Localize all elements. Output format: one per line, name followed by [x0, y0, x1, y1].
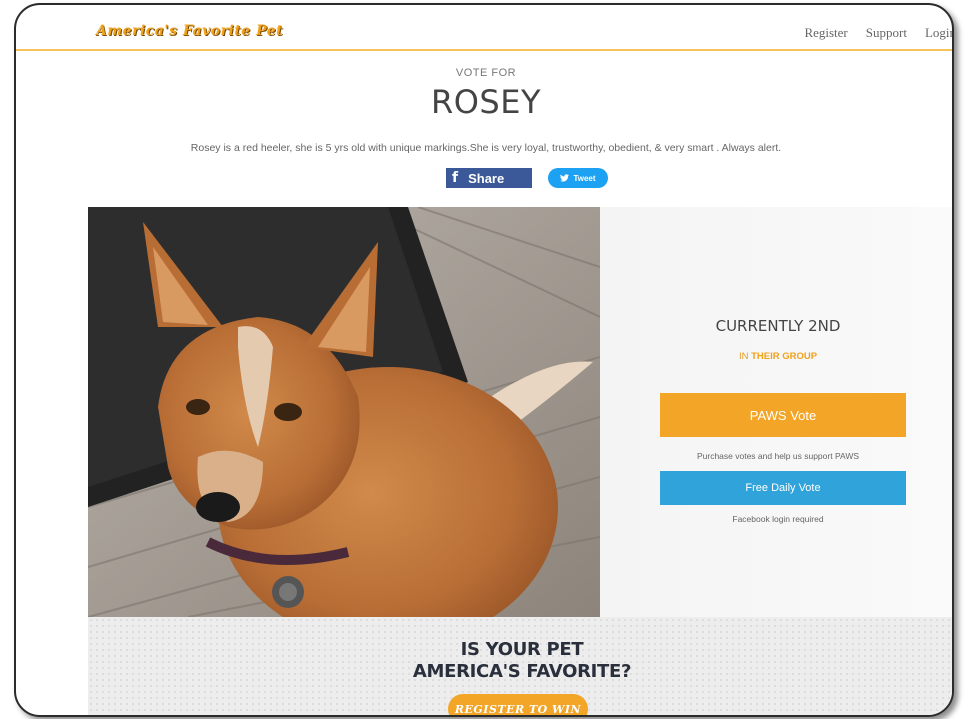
promo-title-line2: AMERICA'S FAVORITE?	[412, 661, 632, 682]
pet-description: Rosey is a red heeler, she is 5 yrs old …	[190, 142, 782, 154]
paws-vote-note: Purchase votes and help us support PAWS	[696, 451, 860, 461]
site-header: America's Favorite Pet Register Support …	[16, 15, 952, 51]
register-to-win-button[interactable]: REGISTER TO WIN	[448, 694, 588, 715]
tweet-label: Tweet	[573, 173, 596, 183]
pet-photo	[88, 207, 600, 617]
promo-title: IS YOUR PET AMERICA'S FAVORITE?	[88, 639, 952, 683]
promo-title-line1: IS YOUR PET	[460, 639, 584, 660]
group-prefix: IN	[738, 351, 749, 362]
top-nav: Register Support Login	[804, 25, 952, 41]
share-row: f Share Tweet	[446, 168, 608, 188]
site-logo[interactable]: America's Favorite Pet	[96, 23, 283, 39]
tweet-button[interactable]: Tweet	[548, 168, 608, 188]
paws-vote-button[interactable]: PAWS Vote	[660, 393, 906, 437]
pet-name: ROSEY	[431, 83, 541, 121]
share-label: Share	[468, 170, 505, 186]
free-daily-vote-button[interactable]: Free Daily Vote	[660, 471, 906, 505]
current-rank: CURRENTLY 2ND	[715, 317, 841, 335]
browser-frame: America's Favorite Pet Register Support …	[14, 3, 954, 717]
twitter-bird-icon	[560, 174, 570, 182]
nav-support-link[interactable]: Support	[866, 25, 907, 41]
facebook-login-note: Facebook login required	[732, 514, 824, 524]
group-label: IN THEIR GROUP	[600, 351, 952, 362]
facebook-share-button[interactable]: f Share	[446, 168, 532, 188]
promo-banner: IS YOUR PET AMERICA'S FAVORITE? REGISTER…	[88, 617, 952, 715]
group-highlight[interactable]: THEIR GROUP	[751, 351, 817, 362]
vote-for-label: VOTE FOR	[455, 67, 517, 79]
nav-register-link[interactable]: Register	[804, 25, 847, 41]
page: America's Favorite Pet Register Support …	[16, 5, 952, 715]
vote-panel: CURRENTLY 2ND IN THEIR GROUP PAWS Vote P…	[600, 207, 952, 617]
nav-login-link[interactable]: Login	[925, 25, 952, 41]
dog-illustration	[88, 207, 600, 617]
facebook-icon: f	[452, 170, 459, 186]
